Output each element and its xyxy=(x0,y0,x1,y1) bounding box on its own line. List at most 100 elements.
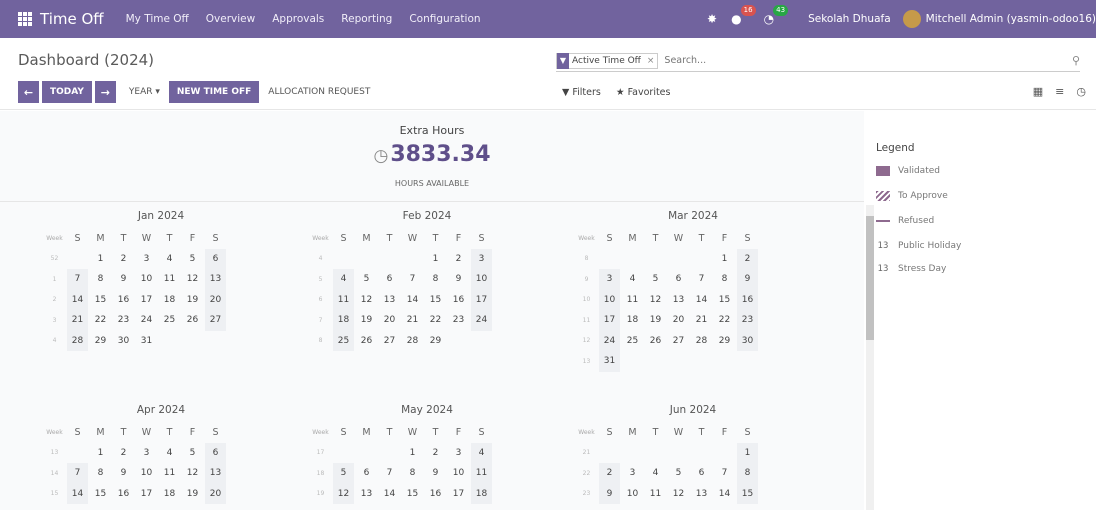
day-cell[interactable]: 11 xyxy=(159,269,180,290)
day-cell[interactable]: 13 xyxy=(205,463,226,484)
day-cell[interactable]: 22 xyxy=(425,310,446,331)
day-cell[interactable]: 2 xyxy=(425,443,446,464)
allocation-request-button[interactable]: ALLOCATION REQUEST xyxy=(268,87,370,97)
day-cell[interactable]: 15 xyxy=(737,483,758,504)
day-cell[interactable]: 3 xyxy=(471,248,492,269)
app-brand[interactable]: Time Off xyxy=(40,10,104,28)
day-cell[interactable]: 5 xyxy=(668,463,689,484)
day-cell[interactable]: 8 xyxy=(90,269,111,290)
day-cell[interactable]: 24 xyxy=(136,310,157,331)
scale-dropdown[interactable]: YEAR ▾ xyxy=(129,87,160,97)
day-cell[interactable]: 6 xyxy=(691,463,712,484)
day-cell[interactable]: 13 xyxy=(379,290,400,311)
day-cell[interactable]: 23 xyxy=(737,310,758,331)
day-cell[interactable]: 10 xyxy=(471,269,492,290)
today-button[interactable]: TODAY xyxy=(42,81,92,103)
day-cell[interactable]: 16 xyxy=(113,290,134,311)
day-cell[interactable]: 29 xyxy=(425,331,446,352)
day-cell[interactable]: 9 xyxy=(599,483,620,504)
day-cell[interactable]: 15 xyxy=(402,484,423,505)
day-cell[interactable]: 2 xyxy=(737,248,758,269)
day-cell[interactable]: 10 xyxy=(448,463,469,484)
day-cell[interactable]: 17 xyxy=(448,484,469,505)
day-cell[interactable]: 7 xyxy=(67,463,88,484)
day-cell[interactable]: 29 xyxy=(90,331,111,352)
day-cell[interactable]: 16 xyxy=(113,484,134,505)
day-cell[interactable]: 4 xyxy=(159,249,180,270)
day-cell[interactable]: 3 xyxy=(448,443,469,464)
user-avatar[interactable] xyxy=(902,10,921,28)
favorites-dropdown[interactable]: ★ Favorites xyxy=(616,87,670,98)
day-cell[interactable]: 3 xyxy=(622,463,643,484)
day-cell[interactable]: 15 xyxy=(714,290,735,311)
day-cell[interactable]: 11 xyxy=(333,289,354,310)
day-cell[interactable]: 28 xyxy=(402,331,423,352)
day-cell[interactable]: 8 xyxy=(737,463,758,484)
day-cell[interactable]: 12 xyxy=(668,484,689,505)
day-cell[interactable]: 17 xyxy=(471,289,492,310)
day-cell[interactable]: 27 xyxy=(379,331,400,352)
day-cell[interactable]: 4 xyxy=(159,443,180,464)
day-cell[interactable]: 3 xyxy=(136,249,157,270)
day-cell[interactable]: 4 xyxy=(622,269,643,290)
day-cell[interactable]: 5 xyxy=(182,249,203,270)
day-cell[interactable]: 14 xyxy=(714,484,735,505)
day-cell[interactable]: 14 xyxy=(67,289,88,310)
day-cell[interactable]: 21 xyxy=(402,310,423,331)
facet-remove-icon[interactable]: × xyxy=(644,56,658,66)
menu-my-time-off[interactable]: My Time Off xyxy=(126,13,189,25)
day-cell[interactable]: 6 xyxy=(356,463,377,484)
day-cell[interactable]: 11 xyxy=(645,484,666,505)
day-cell[interactable]: 9 xyxy=(448,269,469,290)
day-cell[interactable]: 7 xyxy=(691,269,712,290)
day-cell[interactable]: 14 xyxy=(379,484,400,505)
chat-icon[interactable]: ● 16 xyxy=(731,5,756,26)
day-cell[interactable]: 31 xyxy=(599,351,620,372)
prev-button[interactable]: ← xyxy=(18,81,39,103)
day-cell[interactable]: 1 xyxy=(425,249,446,270)
day-cell[interactable]: 6 xyxy=(379,269,400,290)
day-cell[interactable]: 13 xyxy=(691,484,712,505)
search-facet[interactable]: ▼ Active Time Off × xyxy=(556,52,659,69)
day-cell[interactable]: 12 xyxy=(356,290,377,311)
day-cell[interactable]: 28 xyxy=(67,330,88,351)
day-cell[interactable]: 9 xyxy=(737,269,758,290)
company-switcher[interactable]: Sekolah Dhuafa xyxy=(808,13,891,25)
day-cell[interactable]: 25 xyxy=(333,330,354,351)
day-cell[interactable]: 6 xyxy=(668,269,689,290)
app-menu-icon[interactable] xyxy=(18,12,32,26)
day-cell[interactable]: 8 xyxy=(90,463,111,484)
day-cell[interactable]: 28 xyxy=(691,331,712,352)
day-cell[interactable]: 2 xyxy=(113,443,134,464)
day-cell[interactable]: 15 xyxy=(90,484,111,505)
day-cell[interactable]: 18 xyxy=(159,290,180,311)
day-cell[interactable]: 11 xyxy=(159,463,180,484)
day-cell[interactable]: 8 xyxy=(402,463,423,484)
day-cell[interactable]: 7 xyxy=(402,269,423,290)
search-input[interactable] xyxy=(662,54,1072,67)
day-cell[interactable]: 2 xyxy=(599,463,620,484)
filters-dropdown[interactable]: ▼ Filters xyxy=(562,87,601,98)
day-cell[interactable]: 24 xyxy=(471,310,492,331)
day-cell[interactable]: 13 xyxy=(205,269,226,290)
day-cell[interactable]: 27 xyxy=(668,331,689,352)
day-cell[interactable]: 19 xyxy=(356,310,377,331)
day-cell[interactable]: 25 xyxy=(622,331,643,352)
day-cell[interactable]: 9 xyxy=(113,463,134,484)
day-cell[interactable]: 13 xyxy=(356,484,377,505)
day-cell[interactable]: 1 xyxy=(90,249,111,270)
day-cell[interactable]: 19 xyxy=(645,310,666,331)
user-menu[interactable]: Mitchell Admin (yasmin-odoo16) xyxy=(926,13,1096,25)
day-cell[interactable]: 14 xyxy=(402,290,423,311)
day-cell[interactable]: 12 xyxy=(333,483,354,504)
day-cell[interactable]: 1 xyxy=(402,443,423,464)
day-cell[interactable]: 4 xyxy=(333,269,354,290)
day-cell[interactable]: 14 xyxy=(691,290,712,311)
day-cell[interactable]: 9 xyxy=(425,463,446,484)
day-cell[interactable]: 20 xyxy=(205,289,226,310)
day-cell[interactable]: 7 xyxy=(67,269,88,290)
day-cell[interactable]: 10 xyxy=(599,289,620,310)
day-cell[interactable]: 17 xyxy=(136,484,157,505)
day-cell[interactable]: 18 xyxy=(471,483,492,504)
search-icon[interactable]: ⚲ xyxy=(1072,54,1080,67)
